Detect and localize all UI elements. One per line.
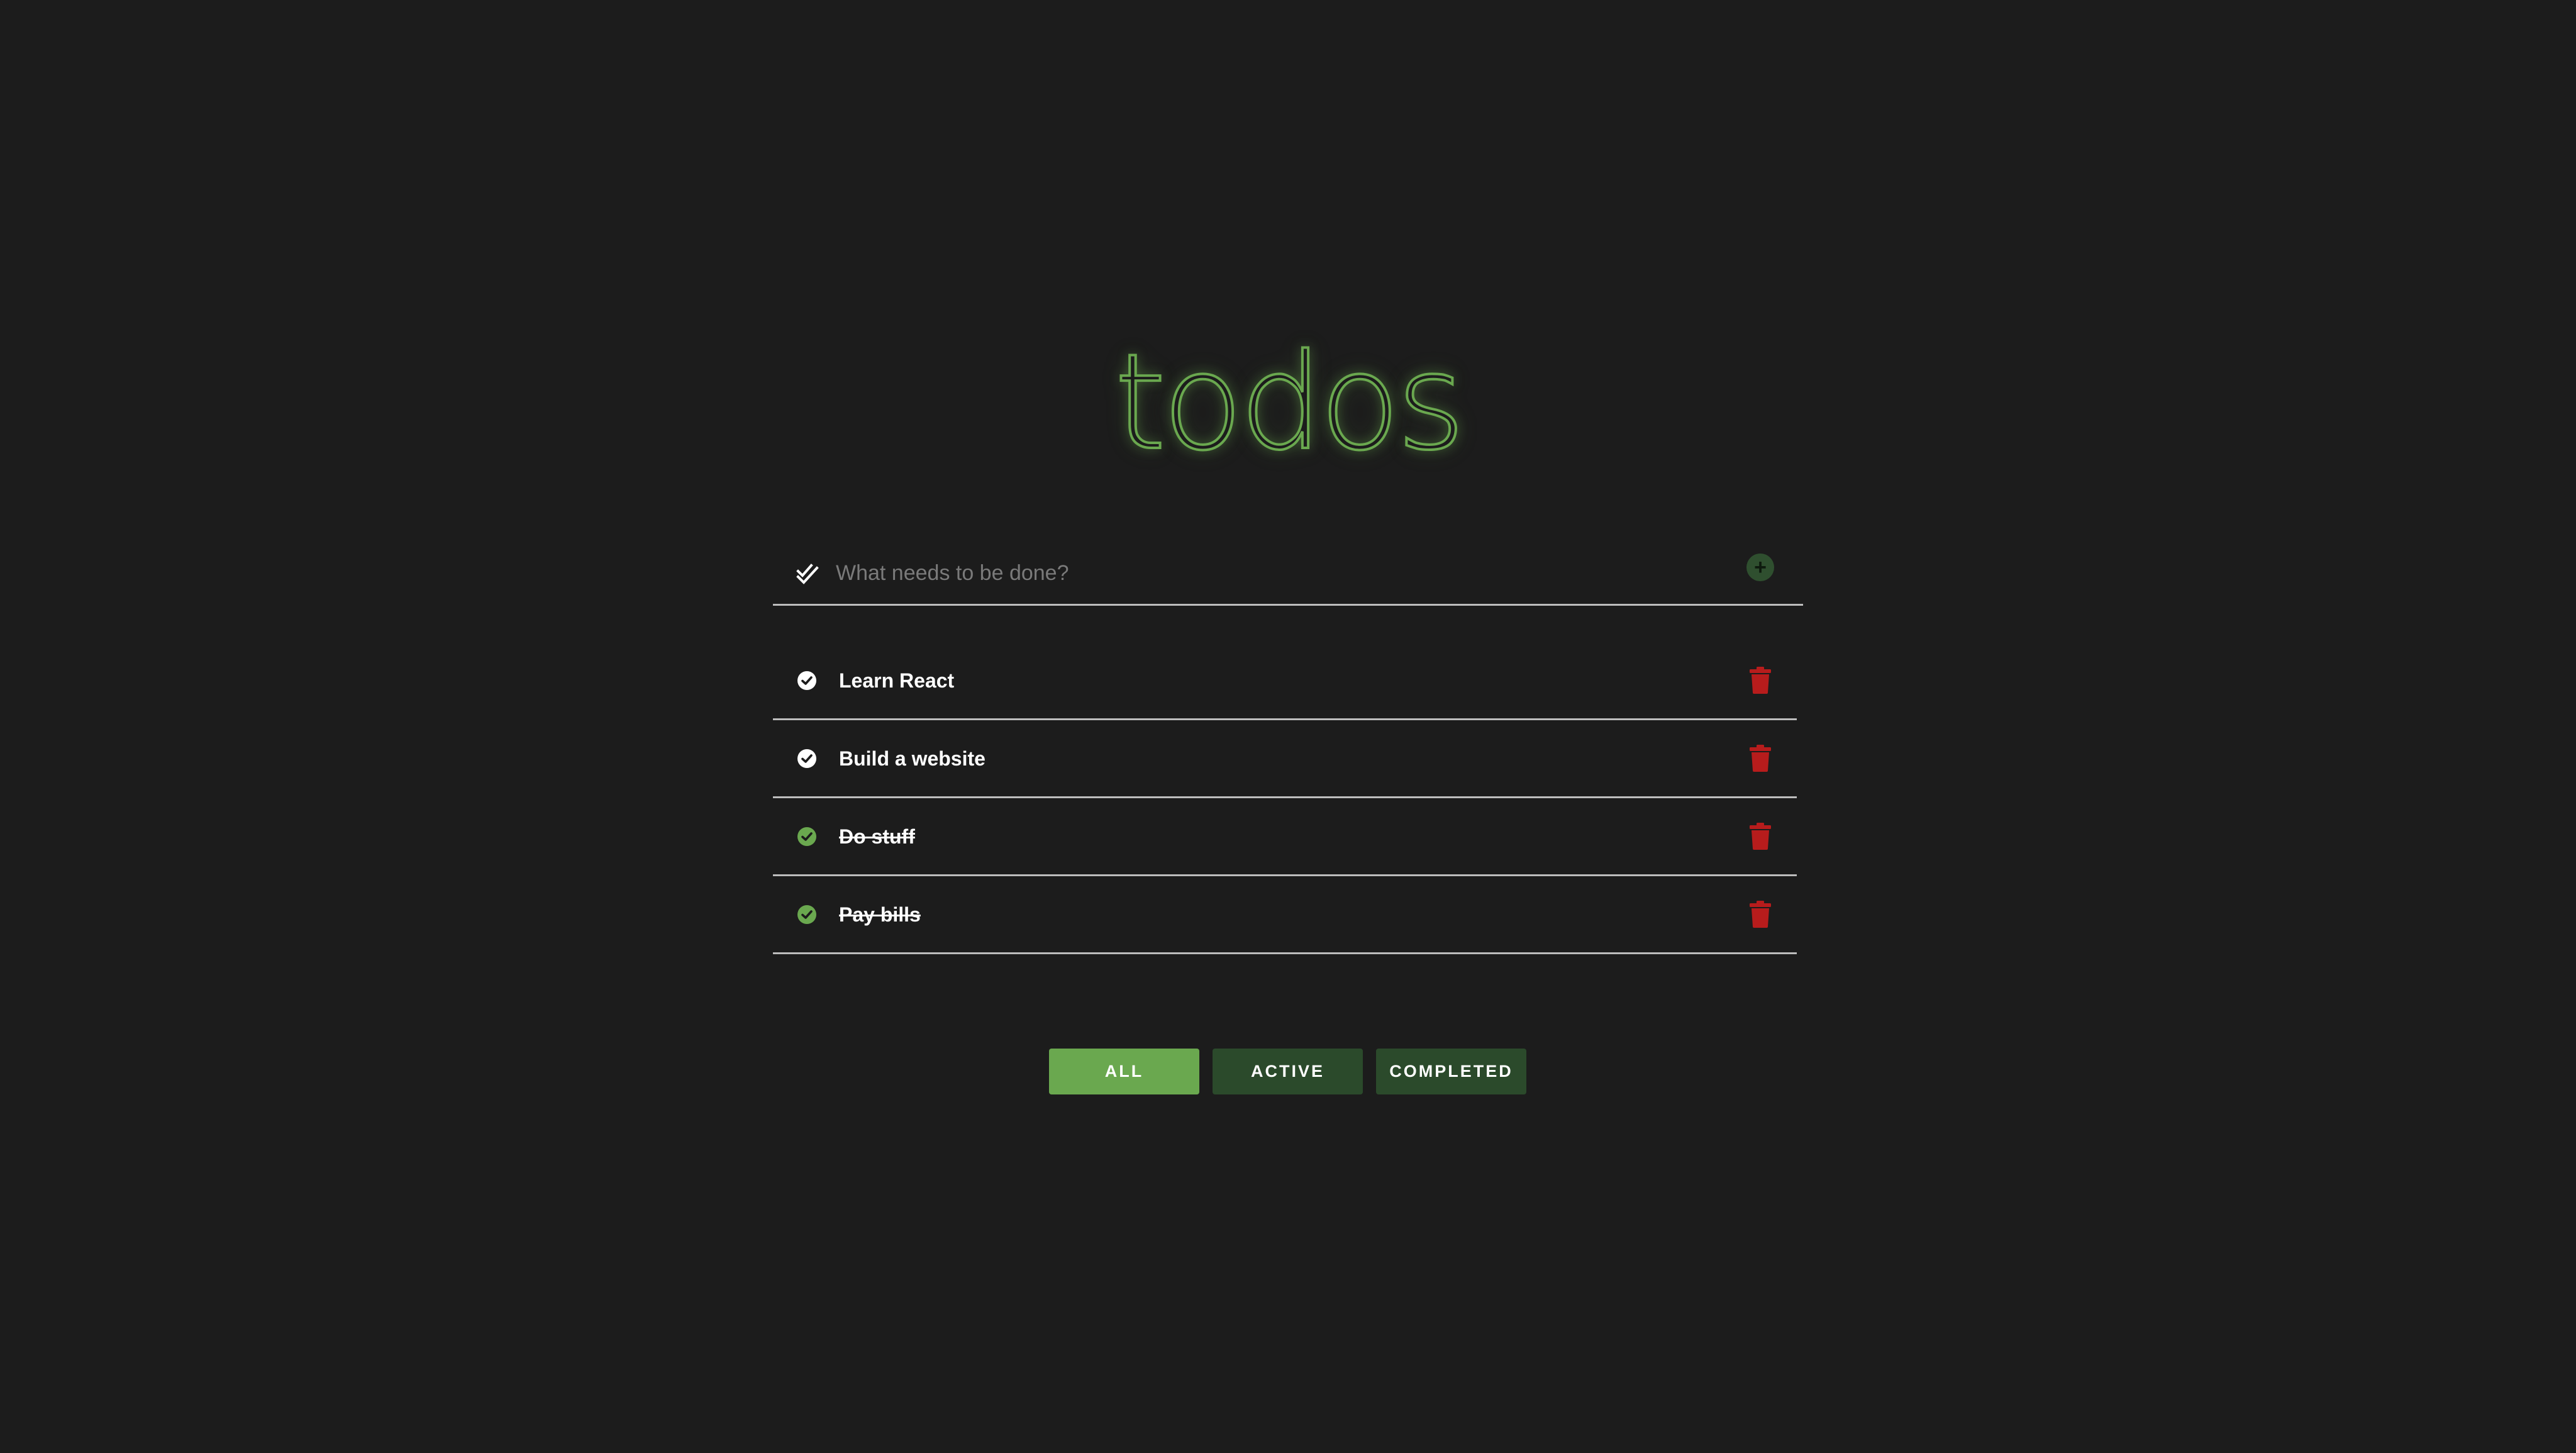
- filter-completed-button[interactable]: COMPLETED: [1376, 1049, 1526, 1094]
- todo-list: Learn React Build a website Do stuff Pay…: [773, 642, 1797, 954]
- new-todo-input[interactable]: [835, 555, 1686, 591]
- todo-item: Pay bills: [773, 876, 1797, 954]
- filter-bar: ALL ACTIVE COMPLETED: [1049, 1049, 1526, 1094]
- todo-item: Learn React: [773, 642, 1797, 720]
- new-todo-row: +: [773, 541, 1803, 606]
- trash-icon[interactable]: [1749, 666, 1772, 694]
- check-circle-icon[interactable]: [797, 671, 817, 691]
- trash-icon[interactable]: [1749, 744, 1772, 772]
- check-circle-icon[interactable]: [797, 749, 817, 769]
- app-title: todos: [1113, 325, 1467, 479]
- plus-circle-icon[interactable]: +: [1746, 554, 1774, 581]
- trash-icon[interactable]: [1749, 822, 1772, 850]
- todo-label[interactable]: Pay bills: [839, 900, 921, 929]
- todo-app: todos + Learn React Build a website Do s…: [0, 0, 2576, 1453]
- check-circle-icon[interactable]: [797, 827, 817, 847]
- filter-all-button[interactable]: ALL: [1049, 1049, 1199, 1094]
- todo-label[interactable]: Learn React: [839, 666, 954, 695]
- todo-item: Do stuff: [773, 798, 1797, 876]
- todo-label[interactable]: Build a website: [839, 744, 985, 773]
- todo-label[interactable]: Do stuff: [839, 822, 915, 851]
- todo-item: Build a website: [773, 720, 1797, 798]
- filter-active-button[interactable]: ACTIVE: [1213, 1049, 1363, 1094]
- trash-icon[interactable]: [1749, 900, 1772, 928]
- double-check-icon[interactable]: [796, 560, 821, 585]
- check-circle-icon[interactable]: [797, 905, 817, 925]
